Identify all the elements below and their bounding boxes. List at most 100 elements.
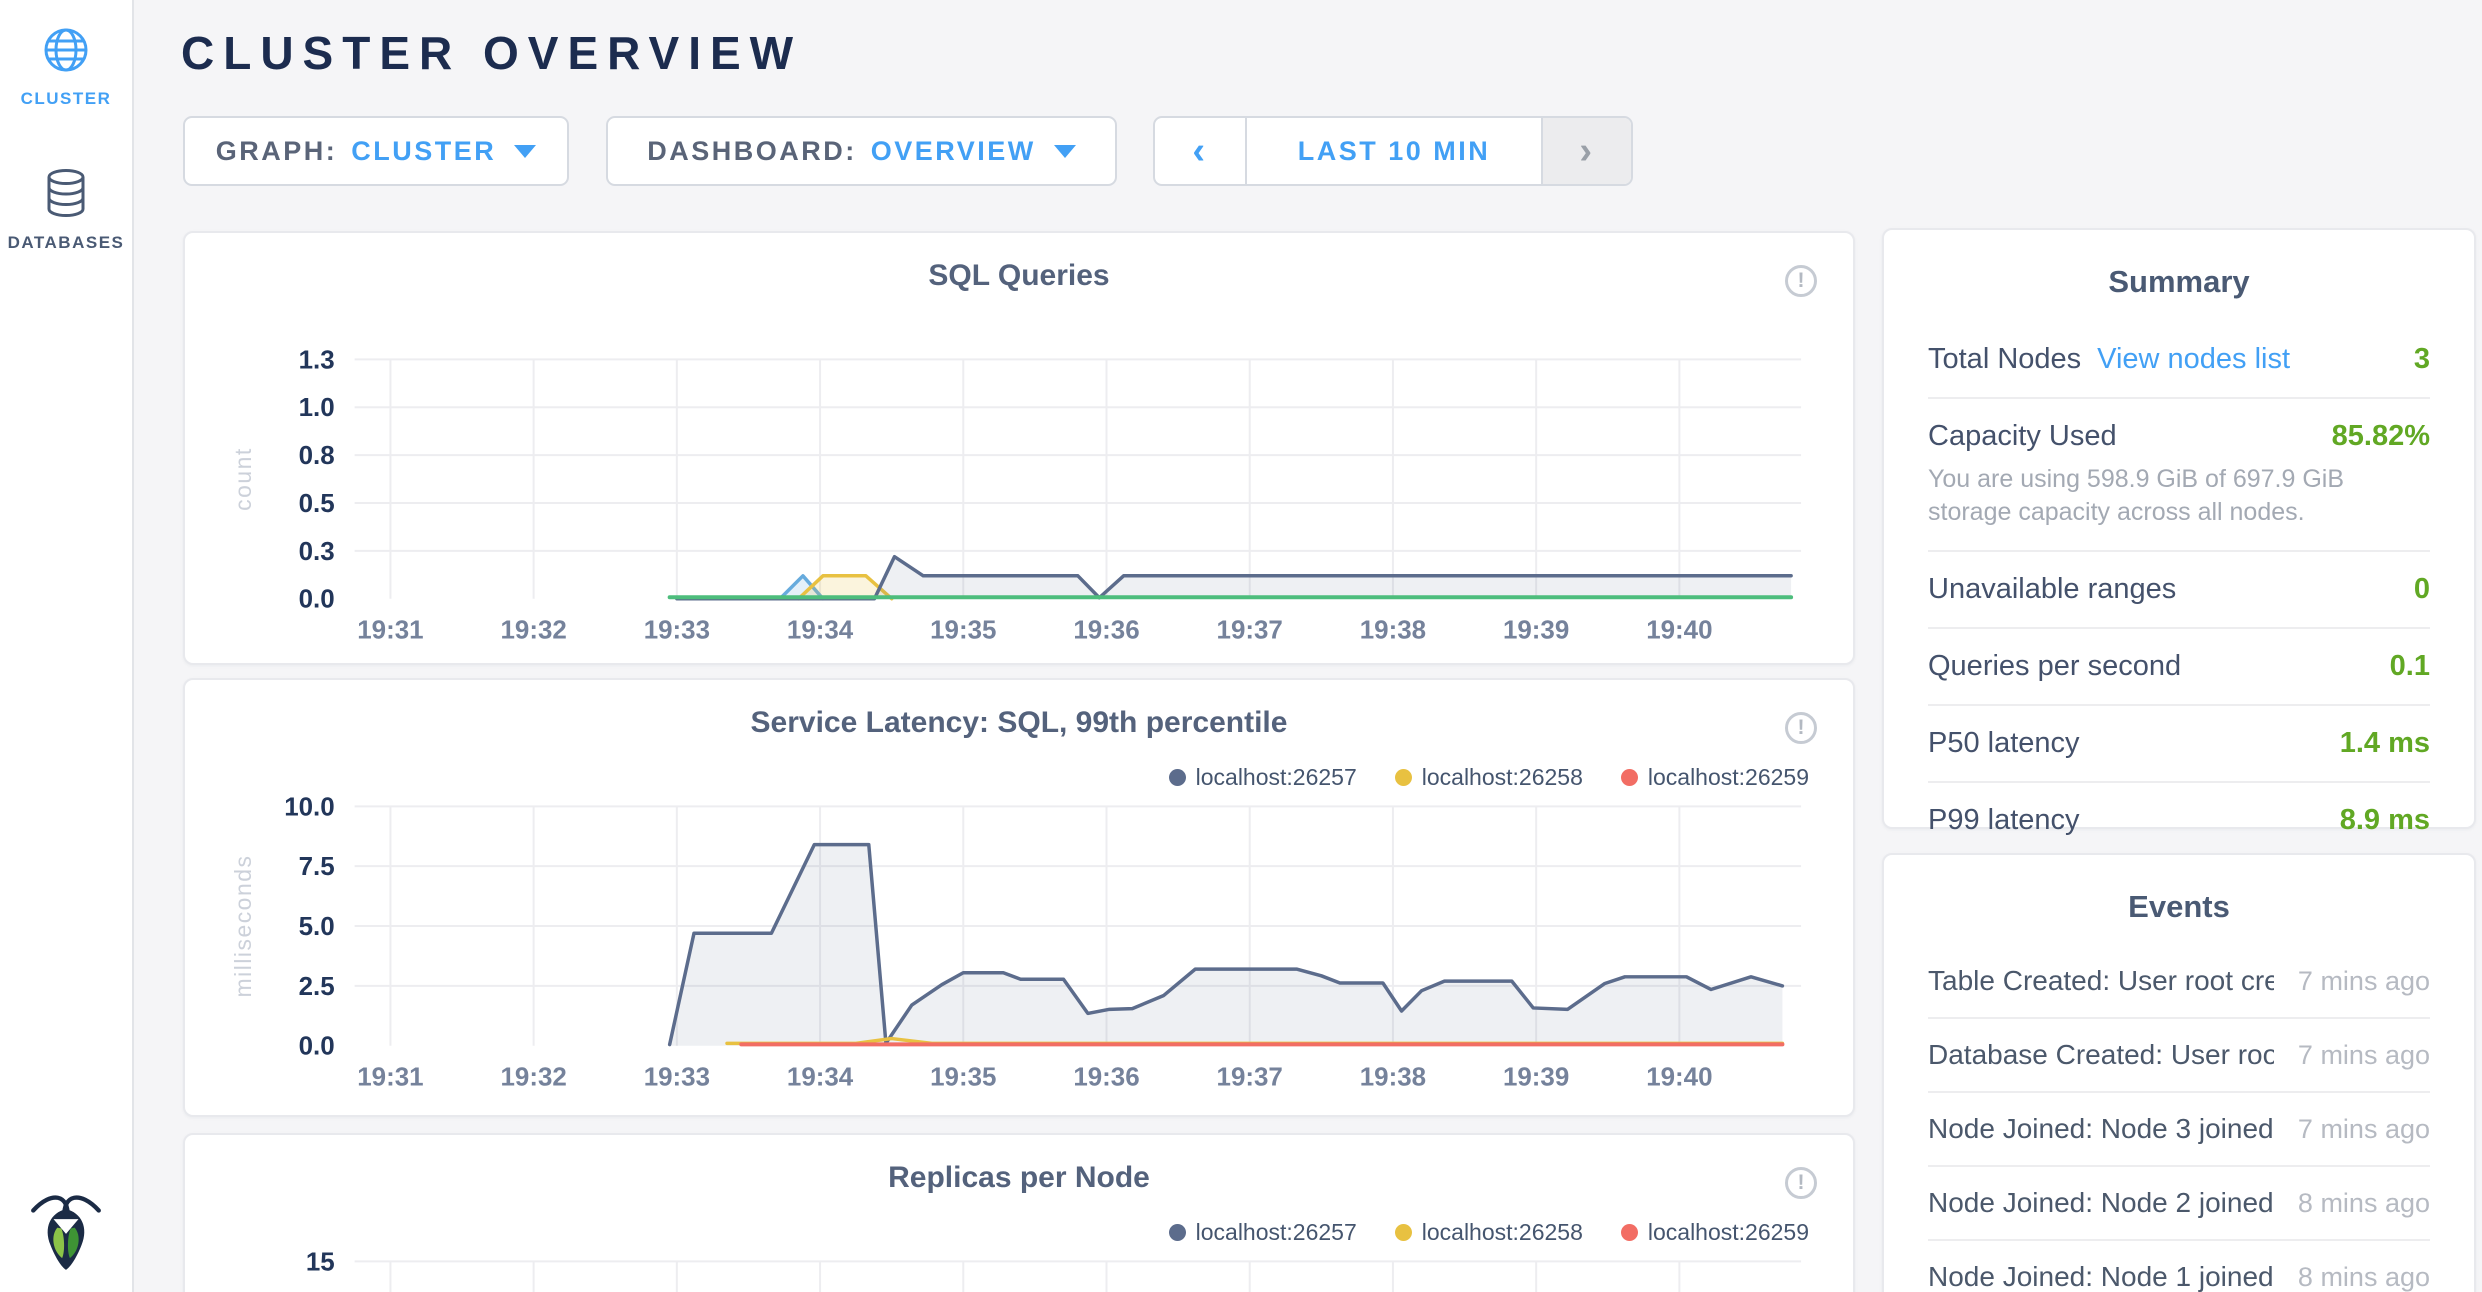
event-row[interactable]: Table Created: User root cre...7 mins ag… [1928, 945, 2430, 1019]
svg-text:5.0: 5.0 [299, 913, 335, 941]
info-icon[interactable]: ! [1785, 712, 1817, 744]
svg-text:2.5: 2.5 [299, 973, 335, 1001]
summary-panel: Summary Total Nodes View nodes list 3 Capac… [1882, 228, 2476, 829]
svg-text:10.0: 10.0 [284, 793, 334, 821]
time-range-selector: ‹ LAST 10 MIN › [1153, 116, 1633, 186]
graph-dropdown-value: CLUSTER [351, 136, 496, 167]
summary-row: Total Nodes View nodes list 3 [1928, 322, 2430, 399]
event-time: 8 mins ago [2274, 1188, 2430, 1219]
summary-title: Summary [1928, 264, 2430, 300]
event-time: 7 mins ago [2274, 966, 2430, 997]
summary-row-value: 0.1 [2390, 650, 2430, 683]
svg-text:19:37: 19:37 [1217, 1064, 1283, 1092]
summary-row-value: 1.4 ms [2340, 727, 2430, 760]
sql-queries-panel: SQL Queries ! count0.00.30.50.81.01.319:… [183, 231, 1855, 665]
summary-row-label: Capacity Used [1928, 420, 2117, 453]
page-title: CLUSTER OVERVIEW [181, 26, 802, 80]
summary-row: Queries per second 0.1 [1928, 629, 2430, 706]
summary-row-value: 3 [2414, 343, 2430, 376]
summary-row: Capacity Used 85.82% You are using 598.9 G… [1928, 399, 2430, 552]
summary-row-label: P50 latency [1928, 727, 2080, 760]
svg-text:19:38: 19:38 [1360, 1064, 1426, 1092]
summary-rows: Total Nodes View nodes list 3 Capacity Used… [1928, 322, 2430, 858]
event-time: 7 mins ago [2274, 1114, 2430, 1145]
graph-dropdown[interactable]: GRAPH: CLUSTER [183, 116, 569, 186]
chart-title: Replicas per Node [185, 1135, 1853, 1195]
svg-text:19:37: 19:37 [1217, 617, 1283, 645]
svg-text:19:40: 19:40 [1646, 1064, 1712, 1092]
chevron-down-icon [514, 145, 536, 158]
svg-text:19:31: 19:31 [357, 1064, 423, 1092]
cluster-overview-page: CLUSTER DATABASES CLUSTER O [0, 0, 2482, 1292]
chart-title: SQL Queries [185, 233, 1853, 293]
event-text: Node Joined: Node 3 joined... [1928, 1113, 2274, 1145]
svg-text:0.5: 0.5 [299, 490, 335, 518]
info-icon[interactable]: ! [1785, 265, 1817, 297]
event-row[interactable]: Node Joined: Node 3 joined...7 mins ago [1928, 1093, 2430, 1167]
time-range-button[interactable]: LAST 10 MIN [1245, 118, 1543, 184]
events-panel: Events Table Created: User root cre...7 … [1882, 853, 2476, 1292]
svg-text:0.0: 0.0 [299, 586, 335, 614]
service-latency-chart: milliseconds0.02.55.07.510.019:3119:3219… [205, 776, 1833, 1106]
svg-text:19:35: 19:35 [930, 617, 996, 645]
summary-row: Unavailable ranges 0 [1928, 552, 2430, 629]
summary-row-subtext: You are using 598.9 GiB of 697.9 GiB sto… [1928, 463, 2430, 529]
summary-row-label: Queries per second [1928, 650, 2181, 683]
summary-row-label: P99 latency [1928, 804, 2080, 837]
graph-dropdown-label: GRAPH: [216, 136, 338, 167]
cockroachdb-logo [0, 1187, 132, 1278]
summary-row-label: Total Nodes [1928, 343, 2081, 376]
svg-text:19:38: 19:38 [1360, 617, 1426, 645]
chevron-down-icon [1054, 145, 1076, 158]
svg-text:1.3: 1.3 [299, 346, 335, 374]
sidebar-item-label: CLUSTER [0, 89, 132, 109]
svg-text:19:34: 19:34 [787, 617, 854, 645]
sidebar-item-cluster[interactable]: CLUSTER [0, 26, 132, 109]
summary-row-value: 85.82% [2332, 420, 2430, 453]
svg-text:19:32: 19:32 [500, 617, 566, 645]
event-time: 7 mins ago [2274, 1040, 2430, 1071]
event-row[interactable]: Node Joined: Node 1 joined...8 mins ago [1928, 1241, 2430, 1292]
svg-text:19:31: 19:31 [357, 617, 423, 645]
dashboard-controls: GRAPH: CLUSTER DASHBOARD: OVERVIEW ‹ LAS… [183, 116, 1633, 186]
summary-row-value: 8.9 ms [2340, 804, 2430, 837]
svg-text:19:40: 19:40 [1646, 617, 1712, 645]
svg-text:0.8: 0.8 [299, 442, 335, 470]
chevron-left-icon: ‹ [1192, 130, 1207, 173]
svg-text:19:36: 19:36 [1073, 617, 1139, 645]
summary-row: P99 latency 8.9 ms [1928, 783, 2430, 858]
event-text: Node Joined: Node 1 joined... [1928, 1261, 2274, 1292]
svg-text:19:39: 19:39 [1503, 1064, 1569, 1092]
time-range-prev-button[interactable]: ‹ [1155, 118, 1245, 184]
time-range-next-button[interactable]: › [1543, 118, 1631, 184]
right-column: Summary Total Nodes View nodes list 3 Capac… [1882, 228, 2476, 1292]
event-text: Node Joined: Node 2 joined... [1928, 1187, 2274, 1219]
chevron-right-icon: › [1579, 130, 1594, 173]
replicas-per-node-chart: 05101519:3119:3219:3319:3419:3519:3619:3… [205, 1231, 1833, 1292]
summary-row-value: 0 [2414, 573, 2430, 606]
svg-text:count: count [230, 447, 256, 511]
svg-text:19:34: 19:34 [787, 1064, 854, 1092]
dashboard-dropdown-label: DASHBOARD: [647, 136, 857, 167]
event-row[interactable]: Node Joined: Node 2 joined...8 mins ago [1928, 1167, 2430, 1241]
chart-title: Service Latency: SQL, 99th percentile [185, 680, 1853, 740]
svg-text:15: 15 [306, 1248, 335, 1276]
svg-text:19:33: 19:33 [644, 617, 710, 645]
summary-row: P50 latency 1.4 ms [1928, 706, 2430, 783]
event-time: 8 mins ago [2274, 1262, 2430, 1292]
info-icon[interactable]: ! [1785, 1167, 1817, 1199]
dashboard-dropdown[interactable]: DASHBOARD: OVERVIEW [606, 116, 1117, 186]
sidebar: CLUSTER DATABASES [0, 0, 134, 1292]
view-nodes-list-link[interactable]: View nodes list [2097, 343, 2290, 376]
globe-icon [42, 61, 90, 78]
svg-text:19:33: 19:33 [644, 1064, 710, 1092]
summary-row-label: Unavailable ranges [1928, 573, 2176, 606]
service-latency-panel: Service Latency: SQL, 99th percentile ! … [183, 678, 1855, 1117]
svg-text:milliseconds: milliseconds [230, 855, 256, 998]
svg-text:1.0: 1.0 [299, 394, 335, 422]
replicas-per-node-panel: Replicas per Node ! localhost:26257local… [183, 1133, 1855, 1292]
event-row[interactable]: Database Created: User roo...7 mins ago [1928, 1019, 2430, 1093]
svg-text:7.5: 7.5 [299, 853, 335, 881]
sidebar-item-databases[interactable]: DATABASES [0, 168, 132, 253]
time-range-label: LAST 10 MIN [1298, 136, 1491, 167]
